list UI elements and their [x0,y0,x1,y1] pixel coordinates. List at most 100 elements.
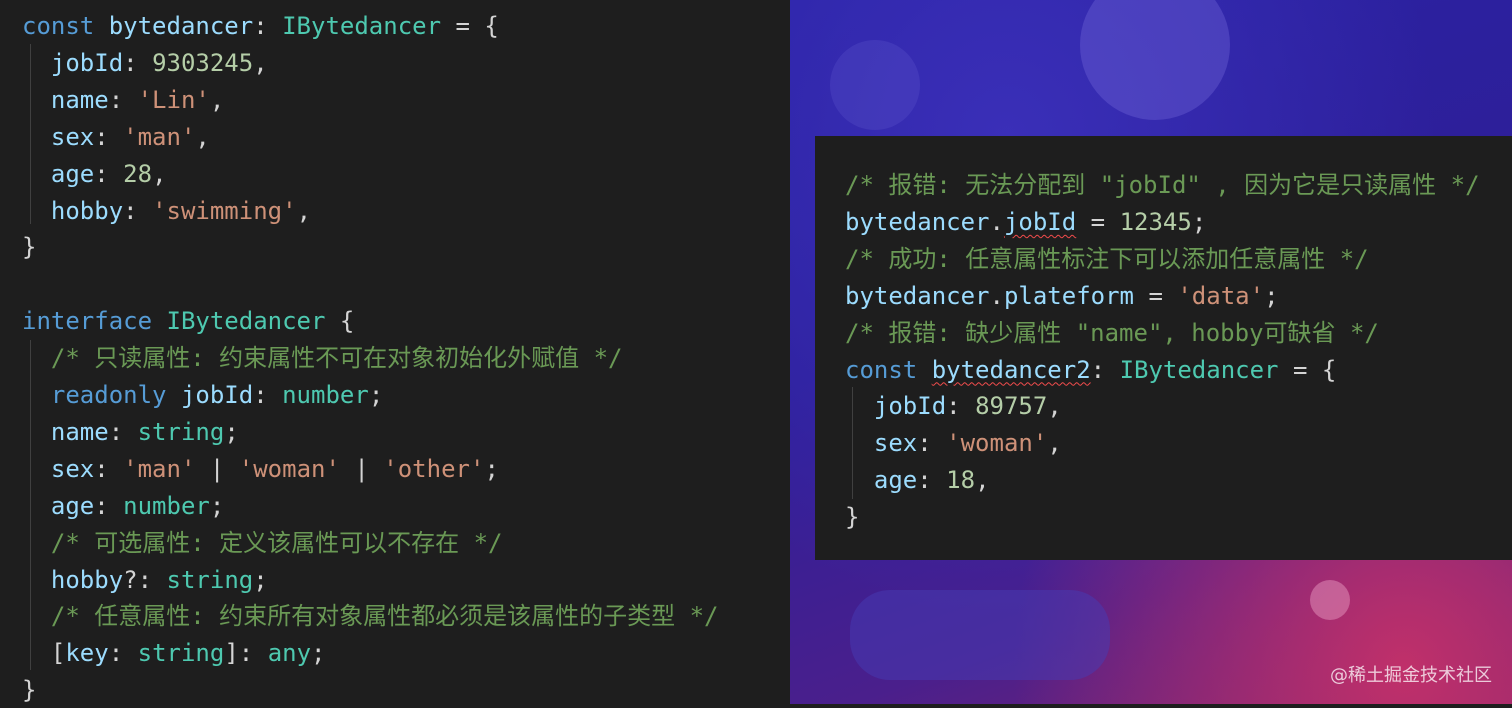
code-token: jobId [180,381,254,409]
code-token: , [975,466,990,495]
code-token: ]: [224,639,268,668]
code-line: } [22,672,36,708]
code-token: bytedancer [845,281,990,310]
code-token: hobby [22,565,124,594]
code-token: bytedancer2 [931,355,1091,384]
sneaker-shape [850,590,1110,680]
code-token: name [22,85,109,114]
code-line: jobId: 89757, [845,388,1062,424]
code-token: age [22,491,95,520]
indent-guide [30,340,31,670]
code-token: 28 [123,159,153,188]
code-token: ; [311,639,326,668]
code-token: 12345 [1119,207,1192,236]
code-token: any [267,639,312,668]
code-token: interface [22,307,153,336]
code-token: : [1090,355,1120,384]
code-token: hobby [22,196,124,225]
code-token: jobId [1003,207,1077,236]
code-line: const bytedancer: IBytedancer = { [22,8,499,44]
code-token: 89757 [975,392,1048,421]
code-token: = [1134,281,1178,310]
code-token: , [195,122,210,151]
code-line: /* 报错: 无法分配到 "jobId" , 因为它是只读属性 */ [845,167,1480,203]
code-token: IBytedancer [282,12,442,40]
code-line: sex: 'man', [22,119,210,155]
code-token: key [65,639,109,668]
code-token: : [108,417,138,446]
code-token: ; [209,491,225,520]
code-token: : [94,491,124,520]
code-token: age [845,466,918,495]
code-token: 18 [946,466,976,495]
code-line: name: string; [22,414,239,450]
code-token: ; [368,381,384,409]
code-token: . [989,281,1004,310]
code-token: bytedancer [108,12,254,40]
code-line: [key: string]: any; [22,635,326,671]
code-token: } [22,676,37,705]
code-token: 'woman' [238,454,340,483]
code-token: const [22,12,95,40]
code-token: plateform [1003,281,1134,310]
code-token: 'Lin' [137,85,210,114]
code-token: /* 报错: 缺少属性 "name", hobby可缺省 */ [845,318,1379,347]
code-token: 'man' [123,454,196,483]
left-code-editor: const bytedancer: IBytedancer = { jobId:… [0,0,790,704]
code-token: : [108,85,138,114]
juejin-watermark: @稀土掘金技术社区 [1330,665,1492,686]
code-token: const [845,355,918,384]
code-token: 'other' [383,454,485,483]
code-token: string [137,417,225,446]
code-token: { [325,307,355,336]
code-line: hobby: 'swimming', [22,193,311,229]
code-token: 'man' [123,122,196,151]
code-token: /* 任意属性: 约束所有对象属性都必须是该属性的子类型 */ [22,602,719,631]
code-token: : [253,381,283,409]
code-token: ; [1264,281,1279,310]
code-token: ; [224,417,239,446]
code-line: const bytedancer2: IBytedancer = { [845,352,1336,388]
planet-shape [1310,580,1350,620]
code-token: jobId [845,392,947,421]
code-line: /* 只读属性: 约束属性不可在对象初始化外赋值 */ [22,340,623,376]
code-token: : [946,392,976,421]
code-token: : [123,196,153,225]
code-token: /* 可选属性: 定义该属性可以不存在 */ [22,528,503,557]
code-line: sex: 'man' | 'woman' | 'other'; [22,451,499,487]
code-token: = { [1278,355,1337,384]
code-token: , [253,48,268,77]
code-token: string [166,565,254,594]
code-token: /* 报错: 无法分配到 "jobId" , 因为它是只读属性 */ [845,171,1480,199]
code-token: bytedancer [845,207,990,236]
code-token: number [282,381,369,409]
code-token: ; [253,565,268,594]
code-token: ?: [123,565,167,594]
code-token: sex [22,122,95,151]
code-line: jobId: 9303245, [22,45,268,81]
code-token: jobId [22,48,124,77]
code-token: 'data' [1177,281,1265,310]
code-token: name [22,417,109,446]
code-token: sex [22,454,95,483]
code-token: readonly [22,381,167,409]
code-token: = [1076,207,1120,236]
code-line: age: 28, [22,156,167,192]
code-token: } [845,503,860,532]
code-token: | [195,454,239,483]
code-token: , [152,159,167,188]
code-token: age [22,159,95,188]
code-token: } [22,233,37,262]
code-token: [ [22,639,66,668]
code-token: : [123,48,153,77]
code-line: age: number; [22,488,224,524]
code-token: : [94,454,124,483]
code-token: . [989,207,1004,236]
astronaut-helmet-shape [1080,0,1230,120]
code-token: : [94,122,124,151]
code-token: 'woman' [946,429,1048,458]
